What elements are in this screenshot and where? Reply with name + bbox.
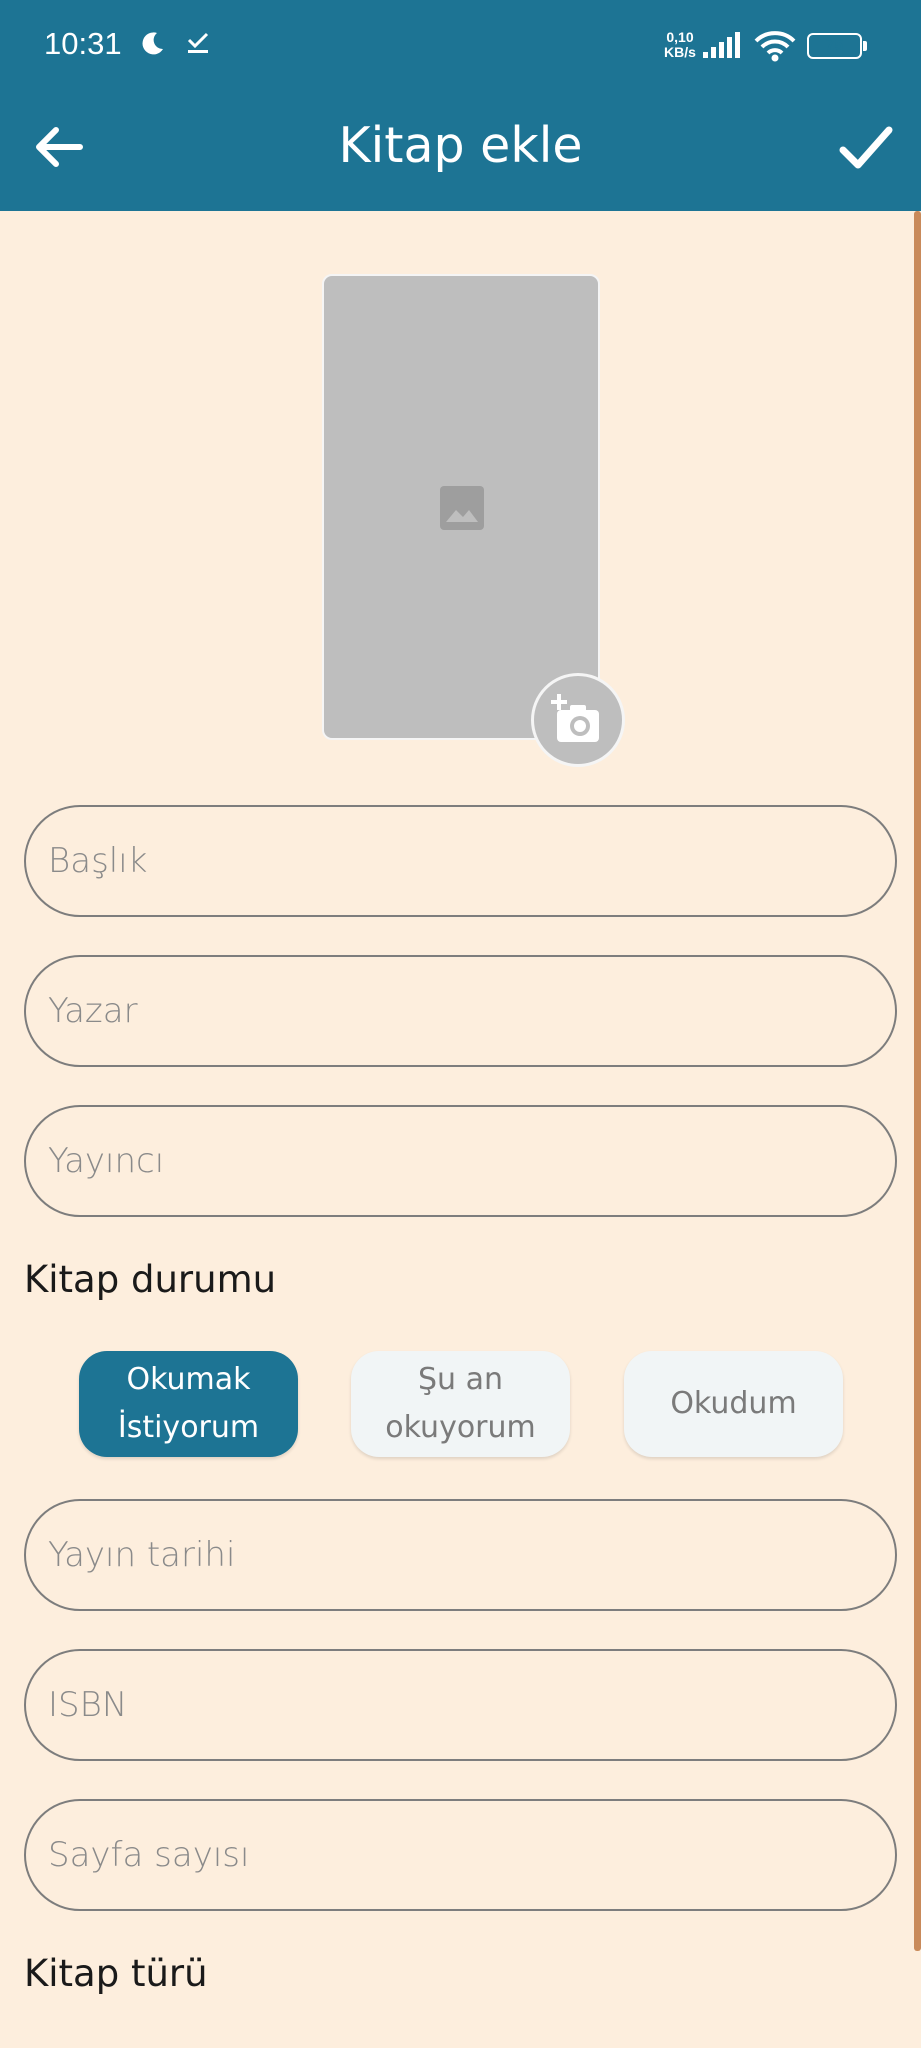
wifi-icon bbox=[754, 30, 796, 66]
title-field[interactable] bbox=[24, 805, 897, 917]
network-speed-value: 0,10 bbox=[666, 29, 694, 45]
network-speed: 0,10 KB/s bbox=[660, 30, 700, 60]
image-icon bbox=[440, 486, 484, 534]
status-chip-reading[interactable]: Şu an okuyorum bbox=[351, 1351, 570, 1457]
scroll-indicator bbox=[914, 211, 921, 1951]
status-chip-read[interactable]: Okudum bbox=[624, 1351, 843, 1457]
publish-date-field[interactable] bbox=[24, 1499, 897, 1611]
page-count-field[interactable] bbox=[24, 1799, 897, 1911]
add-photo-button[interactable] bbox=[531, 673, 625, 767]
book-genre-label: Kitap türü bbox=[24, 1952, 208, 1995]
page-count-input[interactable] bbox=[26, 1801, 895, 1909]
moon-icon bbox=[140, 30, 166, 60]
battery-icon: 75 bbox=[807, 33, 867, 59]
isbn-input[interactable] bbox=[26, 1651, 895, 1759]
publisher-input[interactable] bbox=[26, 1107, 895, 1215]
add-camera-icon bbox=[551, 694, 599, 742]
publisher-field[interactable] bbox=[24, 1105, 897, 1217]
status-chip-want-to-read[interactable]: Okumak İstiyorum bbox=[79, 1351, 298, 1457]
check-icon bbox=[839, 126, 893, 169]
isbn-field[interactable] bbox=[24, 1649, 897, 1761]
signal-icon bbox=[702, 32, 744, 64]
status-bar: 10:31 0,10 KB/s 75 bbox=[0, 0, 921, 95]
author-input[interactable] bbox=[26, 957, 895, 1065]
network-speed-unit: KB/s bbox=[664, 44, 696, 60]
app-bar: Kitap ekle bbox=[0, 95, 921, 211]
publish-date-input[interactable] bbox=[26, 1501, 895, 1609]
author-field[interactable] bbox=[24, 955, 897, 1067]
book-cover-placeholder[interactable] bbox=[322, 274, 600, 740]
save-button[interactable] bbox=[831, 113, 901, 183]
status-time: 10:31 bbox=[44, 26, 122, 61]
book-status-label: Kitap durumu bbox=[24, 1258, 277, 1301]
title-input[interactable] bbox=[26, 807, 895, 915]
battery-percent: 75 bbox=[825, 37, 844, 54]
page-title: Kitap ekle bbox=[338, 117, 583, 174]
check-icon bbox=[186, 30, 210, 60]
